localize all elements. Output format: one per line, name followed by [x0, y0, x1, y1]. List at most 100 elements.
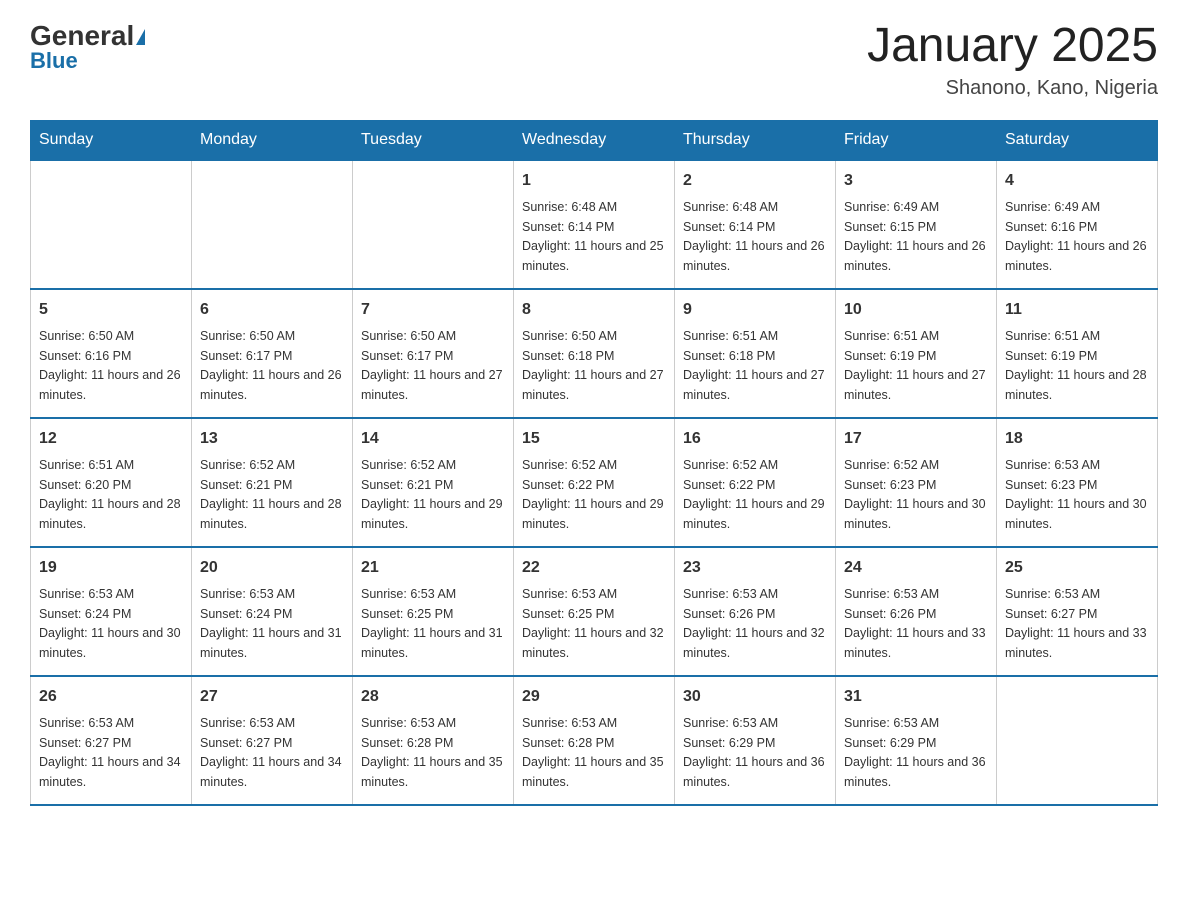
- calendar-week-row: 26 Sunrise: 6:53 AM Sunset: 6:27 PM Dayli…: [31, 676, 1158, 805]
- day-info: Sunrise: 6:53 AM Sunset: 6:27 PM Dayligh…: [1005, 587, 1147, 660]
- calendar-cell: 22 Sunrise: 6:53 AM Sunset: 6:25 PM Dayli…: [514, 547, 675, 676]
- day-number: 25: [1005, 556, 1149, 580]
- calendar-cell: 2 Sunrise: 6:48 AM Sunset: 6:14 PM Daylig…: [675, 160, 836, 289]
- day-number: 26: [39, 685, 183, 709]
- calendar-cell: [353, 160, 514, 289]
- day-number: 24: [844, 556, 988, 580]
- day-info: Sunrise: 6:53 AM Sunset: 6:25 PM Dayligh…: [522, 587, 664, 660]
- day-info: Sunrise: 6:53 AM Sunset: 6:24 PM Dayligh…: [39, 587, 181, 660]
- day-info: Sunrise: 6:53 AM Sunset: 6:29 PM Dayligh…: [844, 716, 986, 789]
- day-number: 15: [522, 427, 666, 451]
- day-info: Sunrise: 6:52 AM Sunset: 6:22 PM Dayligh…: [522, 458, 664, 531]
- calendar-week-row: 19 Sunrise: 6:53 AM Sunset: 6:24 PM Dayli…: [31, 547, 1158, 676]
- day-number: 4: [1005, 169, 1149, 193]
- calendar-cell: 1 Sunrise: 6:48 AM Sunset: 6:14 PM Daylig…: [514, 160, 675, 289]
- day-info: Sunrise: 6:53 AM Sunset: 6:28 PM Dayligh…: [522, 716, 664, 789]
- day-number: 7: [361, 298, 505, 322]
- day-number: 20: [200, 556, 344, 580]
- day-info: Sunrise: 6:50 AM Sunset: 6:17 PM Dayligh…: [361, 329, 503, 402]
- calendar-cell: 5 Sunrise: 6:50 AM Sunset: 6:16 PM Daylig…: [31, 289, 192, 418]
- day-number: 13: [200, 427, 344, 451]
- day-number: 12: [39, 427, 183, 451]
- weekday-header: Thursday: [675, 120, 836, 160]
- day-info: Sunrise: 6:51 AM Sunset: 6:19 PM Dayligh…: [1005, 329, 1147, 402]
- calendar-cell: 3 Sunrise: 6:49 AM Sunset: 6:15 PM Daylig…: [836, 160, 997, 289]
- day-info: Sunrise: 6:52 AM Sunset: 6:21 PM Dayligh…: [200, 458, 342, 531]
- day-number: 21: [361, 556, 505, 580]
- day-info: Sunrise: 6:53 AM Sunset: 6:28 PM Dayligh…: [361, 716, 503, 789]
- logo-blue: Blue: [30, 48, 78, 74]
- calendar-week-row: 5 Sunrise: 6:50 AM Sunset: 6:16 PM Daylig…: [31, 289, 1158, 418]
- calendar-cell: 28Sunrise: 6:53 AM Sunset: 6:28 PM Dayli…: [353, 676, 514, 805]
- calendar-cell: 16 Sunrise: 6:52 AM Sunset: 6:22 PM Dayli…: [675, 418, 836, 547]
- day-number: 14: [361, 427, 505, 451]
- weekday-header: Friday: [836, 120, 997, 160]
- day-info: Sunrise: 6:51 AM Sunset: 6:19 PM Dayligh…: [844, 329, 986, 402]
- calendar-cell: [997, 676, 1158, 805]
- weekday-header: Tuesday: [353, 120, 514, 160]
- calendar-cell: [192, 160, 353, 289]
- day-number: 10: [844, 298, 988, 322]
- calendar-cell: 8Sunrise: 6:50 AM Sunset: 6:18 PM Daylig…: [514, 289, 675, 418]
- calendar-cell: 26 Sunrise: 6:53 AM Sunset: 6:27 PM Dayli…: [31, 676, 192, 805]
- title-section: January 2025 Shanono, Kano, Nigeria: [867, 20, 1158, 100]
- calendar-cell: 14 Sunrise: 6:52 AM Sunset: 6:21 PM Dayli…: [353, 418, 514, 547]
- day-info: Sunrise: 6:50 AM Sunset: 6:16 PM Dayligh…: [39, 329, 181, 402]
- calendar-cell: 4Sunrise: 6:49 AM Sunset: 6:16 PM Daylig…: [997, 160, 1158, 289]
- calendar-cell: 31 Sunrise: 6:53 AM Sunset: 6:29 PM Dayli…: [836, 676, 997, 805]
- day-number: 22: [522, 556, 666, 580]
- weekday-header: Monday: [192, 120, 353, 160]
- day-number: 1: [522, 169, 666, 193]
- day-info: Sunrise: 6:53 AM Sunset: 6:27 PM Dayligh…: [39, 716, 181, 789]
- day-number: 30: [683, 685, 827, 709]
- calendar-cell: 21Sunrise: 6:53 AM Sunset: 6:25 PM Dayli…: [353, 547, 514, 676]
- day-number: 23: [683, 556, 827, 580]
- day-info: Sunrise: 6:53 AM Sunset: 6:29 PM Dayligh…: [683, 716, 825, 789]
- day-number: 8: [522, 298, 666, 322]
- weekday-header: Sunday: [31, 120, 192, 160]
- weekday-header: Saturday: [997, 120, 1158, 160]
- day-info: Sunrise: 6:51 AM Sunset: 6:18 PM Dayligh…: [683, 329, 825, 402]
- day-info: Sunrise: 6:53 AM Sunset: 6:27 PM Dayligh…: [200, 716, 342, 789]
- day-number: 3: [844, 169, 988, 193]
- logo: General Blue: [30, 20, 145, 74]
- weekday-header: Wednesday: [514, 120, 675, 160]
- calendar-cell: 13 Sunrise: 6:52 AM Sunset: 6:21 PM Dayli…: [192, 418, 353, 547]
- calendar-cell: 9 Sunrise: 6:51 AM Sunset: 6:18 PM Daylig…: [675, 289, 836, 418]
- day-info: Sunrise: 6:49 AM Sunset: 6:15 PM Dayligh…: [844, 200, 986, 273]
- calendar-cell: 23 Sunrise: 6:53 AM Sunset: 6:26 PM Dayli…: [675, 547, 836, 676]
- day-number: 19: [39, 556, 183, 580]
- day-number: 9: [683, 298, 827, 322]
- day-info: Sunrise: 6:48 AM Sunset: 6:14 PM Dayligh…: [683, 200, 825, 273]
- day-info: Sunrise: 6:48 AM Sunset: 6:14 PM Dayligh…: [522, 200, 664, 273]
- day-info: Sunrise: 6:52 AM Sunset: 6:23 PM Dayligh…: [844, 458, 986, 531]
- day-info: Sunrise: 6:52 AM Sunset: 6:22 PM Dayligh…: [683, 458, 825, 531]
- calendar-cell: 6Sunrise: 6:50 AM Sunset: 6:17 PM Daylig…: [192, 289, 353, 418]
- day-number: 17: [844, 427, 988, 451]
- day-info: Sunrise: 6:51 AM Sunset: 6:20 PM Dayligh…: [39, 458, 181, 531]
- calendar-cell: 27 Sunrise: 6:53 AM Sunset: 6:27 PM Dayli…: [192, 676, 353, 805]
- calendar-cell: 25 Sunrise: 6:53 AM Sunset: 6:27 PM Dayli…: [997, 547, 1158, 676]
- calendar-cell: 18Sunrise: 6:53 AM Sunset: 6:23 PM Dayli…: [997, 418, 1158, 547]
- calendar-cell: 17 Sunrise: 6:52 AM Sunset: 6:23 PM Dayli…: [836, 418, 997, 547]
- day-number: 31: [844, 685, 988, 709]
- calendar-cell: 15 Sunrise: 6:52 AM Sunset: 6:22 PM Dayli…: [514, 418, 675, 547]
- day-number: 29: [522, 685, 666, 709]
- calendar-cell: [31, 160, 192, 289]
- day-info: Sunrise: 6:53 AM Sunset: 6:26 PM Dayligh…: [844, 587, 986, 660]
- day-number: 2: [683, 169, 827, 193]
- page-header: General Blue January 2025 Shanono, Kano,…: [30, 20, 1158, 100]
- calendar-week-row: 1 Sunrise: 6:48 AM Sunset: 6:14 PM Daylig…: [31, 160, 1158, 289]
- day-number: 27: [200, 685, 344, 709]
- day-number: 11: [1005, 298, 1149, 322]
- day-info: Sunrise: 6:53 AM Sunset: 6:26 PM Dayligh…: [683, 587, 825, 660]
- day-info: Sunrise: 6:52 AM Sunset: 6:21 PM Dayligh…: [361, 458, 503, 531]
- calendar-cell: 29 Sunrise: 6:53 AM Sunset: 6:28 PM Dayli…: [514, 676, 675, 805]
- calendar-table: SundayMondayTuesdayWednesdayThursdayFrid…: [30, 120, 1158, 806]
- calendar-cell: 7 Sunrise: 6:50 AM Sunset: 6:17 PM Daylig…: [353, 289, 514, 418]
- calendar-cell: 24 Sunrise: 6:53 AM Sunset: 6:26 PM Dayli…: [836, 547, 997, 676]
- day-number: 6: [200, 298, 344, 322]
- day-number: 5: [39, 298, 183, 322]
- day-number: 16: [683, 427, 827, 451]
- calendar-cell: 11 Sunrise: 6:51 AM Sunset: 6:19 PM Dayli…: [997, 289, 1158, 418]
